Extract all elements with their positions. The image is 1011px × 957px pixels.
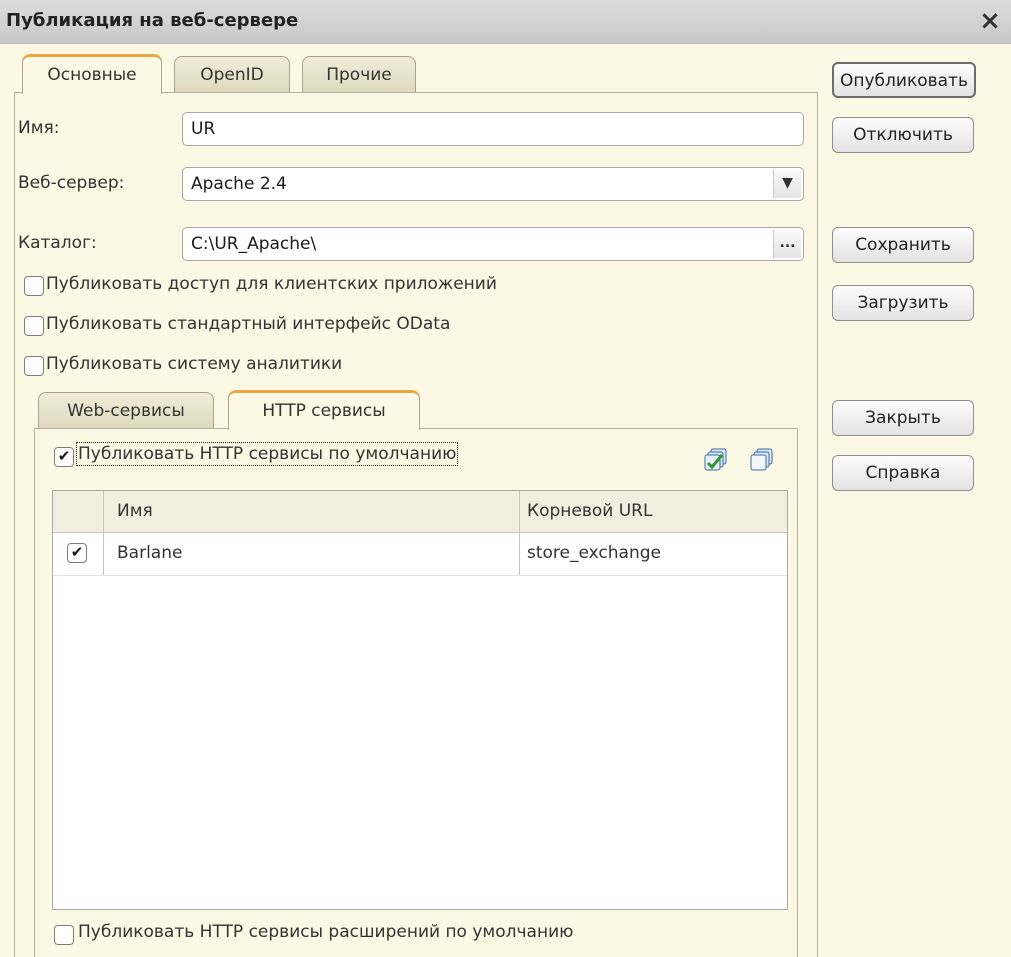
help-button[interactable]: Справка <box>832 455 974 491</box>
tab-web-services[interactable]: Web-сервисы <box>38 392 214 430</box>
column-header-name[interactable]: Имя <box>117 501 153 521</box>
webserver-value: Apache 2.4 <box>191 174 287 194</box>
tab-openid[interactable]: OpenID <box>174 56 290 94</box>
window-title: Публикация на веб-сервере <box>6 10 299 31</box>
publish-button[interactable]: Опубликовать <box>832 62 976 98</box>
publish-client-access-checkbox[interactable] <box>24 276 44 296</box>
catalog-value: C:\UR_Apache\ <box>191 234 317 254</box>
row-divider <box>53 575 787 576</box>
column-divider <box>519 491 520 575</box>
disable-button[interactable]: Отключить <box>832 117 974 153</box>
publish-http-default-label: Публиковать HTTP сервисы по умолчанию <box>75 442 459 466</box>
publish-http-ext-checkbox[interactable] <box>54 925 74 945</box>
publish-http-default-checkbox[interactable]: ✔ <box>54 447 74 467</box>
row-name: Barlane <box>117 543 183 563</box>
check-all-icon[interactable] <box>702 446 730 474</box>
tab-main[interactable]: Основные <box>22 54 162 94</box>
catalog-field[interactable]: C:\UR_Apache\ ... <box>182 227 804 261</box>
publish-odata-checkbox[interactable] <box>24 316 44 336</box>
catalog-label: Каталог: <box>18 233 97 253</box>
column-divider <box>103 491 104 575</box>
save-button[interactable]: Сохранить <box>832 227 974 263</box>
browse-button[interactable]: ... <box>773 230 801 258</box>
chevron-down-icon[interactable]: ▼ <box>773 170 801 198</box>
title-bar: Публикация на веб-сервере × <box>0 0 1011 44</box>
publish-odata-label: Публиковать стандартный интерфейс OData <box>46 314 451 334</box>
name-label: Имя: <box>18 118 60 138</box>
name-field[interactable]: UR <box>182 112 804 146</box>
publish-client-access-label: Публиковать доступ для клиентских прилож… <box>46 274 497 294</box>
tab-http-services[interactable]: HTTP сервисы <box>228 390 420 430</box>
publish-analytics-checkbox[interactable] <box>24 356 44 376</box>
load-button[interactable]: Загрузить <box>832 285 974 321</box>
table-header: Имя Корневой URL <box>53 491 787 533</box>
row-root-url: store_exchange <box>527 543 661 563</box>
row-checkbox[interactable]: ✔ <box>67 543 87 563</box>
column-header-root-url[interactable]: Корневой URL <box>527 501 652 521</box>
close-icon[interactable]: × <box>973 4 1007 38</box>
uncheck-all-icon[interactable] <box>748 446 776 474</box>
webserver-label: Веб-сервер: <box>18 173 125 193</box>
webserver-select[interactable]: Apache 2.4 ▼ <box>182 167 804 201</box>
publish-analytics-label: Публиковать систему аналитики <box>46 354 343 374</box>
tab-other[interactable]: Прочие <box>302 56 416 94</box>
close-button[interactable]: Закрыть <box>832 400 974 436</box>
http-services-table[interactable]: Имя Корневой URL ✔ Barlane store_exchang… <box>52 490 788 910</box>
publish-http-ext-label: Публиковать HTTP сервисы расширений по у… <box>78 922 574 942</box>
